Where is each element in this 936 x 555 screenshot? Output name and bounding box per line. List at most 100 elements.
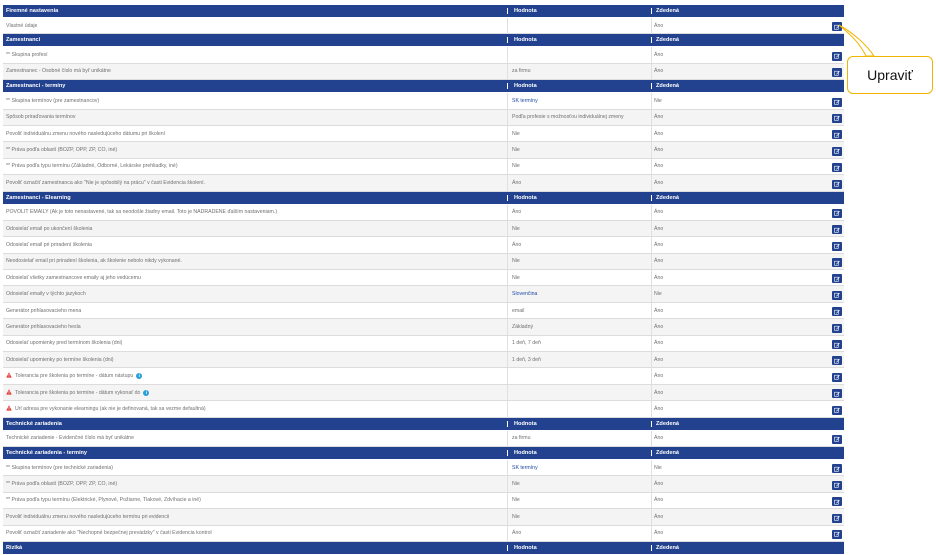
setting-row: Spôsob priraďovania termínov Podľa profes… <box>3 109 844 126</box>
edit-button[interactable] <box>832 497 842 507</box>
edit-button[interactable] <box>832 405 842 415</box>
settings-section: Technické zariadenia Hodnota Zdedená Techni… <box>3 417 844 447</box>
setting-name: ** Skupina profesí <box>6 52 48 59</box>
edit-icon <box>834 244 840 249</box>
edit-button[interactable] <box>832 356 842 366</box>
edit-button[interactable] <box>832 208 842 218</box>
setting-value[interactable]: SK termíny <box>512 98 538 104</box>
section-header: Riziká Hodnota Zdedená <box>3 541 844 555</box>
edit-button[interactable] <box>832 146 842 156</box>
setting-inherited: Áno <box>654 481 664 488</box>
edit-button[interactable] <box>832 274 842 284</box>
setting-value: za firmu <box>512 68 531 75</box>
setting-name-cell: Tolerancia pre školenia po termíne - dát… <box>3 388 507 397</box>
setting-name-cell: Zamestnanec - Osobné číslo má byť unikát… <box>3 68 507 74</box>
edit-icon <box>834 515 840 521</box>
edit-button[interactable] <box>832 290 842 300</box>
setting-value-cell <box>507 368 651 384</box>
setting-row: Neodosielať email pri priradení školenia… <box>3 253 844 271</box>
setting-value-cell <box>507 47 651 63</box>
edit-button[interactable] <box>832 389 842 399</box>
info-icon[interactable]: i <box>136 373 143 380</box>
column-inherited-header: Zdedená <box>651 37 799 44</box>
setting-value-cell: email <box>507 302 651 319</box>
section-title: Zamestnanci - termíny <box>6 83 66 90</box>
edit-button[interactable] <box>832 22 842 32</box>
info-icon[interactable]: i <box>143 389 150 396</box>
setting-row: ** Skupina termínov (pre zamestnancov) SK… <box>3 93 844 110</box>
section-header: Zamestnanci - Elearning Hodnota Zdedená <box>3 191 844 205</box>
setting-inherited: Áno <box>654 435 664 442</box>
edit-button[interactable] <box>832 163 842 173</box>
setting-value: Áno <box>512 241 522 248</box>
edit-button[interactable] <box>832 258 842 268</box>
edit-icon <box>834 391 840 397</box>
edit-button[interactable] <box>832 372 842 382</box>
edit-button[interactable] <box>832 113 842 123</box>
setting-row: Generátor prihlasovacieho mena email Áno <box>3 302 844 320</box>
setting-name-cell: POVOLIŤ EMAILY (Ak je toto nenastavené, … <box>3 209 507 215</box>
column-inherited-header: Zdedená <box>651 544 799 551</box>
edit-button[interactable] <box>832 529 842 539</box>
setting-inherited: Áno <box>654 258 664 265</box>
edit-icon <box>834 532 840 538</box>
edit-button[interactable] <box>832 97 842 107</box>
setting-inherited-cell: Nie <box>651 93 799 109</box>
setting-value-cell: Áno <box>507 525 651 541</box>
edit-button[interactable] <box>832 225 842 235</box>
edit-button[interactable] <box>832 434 842 444</box>
setting-name: ** Práva podľa typu termínu (Elektrické,… <box>6 497 201 504</box>
edit-button[interactable] <box>832 464 842 474</box>
setting-inherited: Áno <box>654 530 664 537</box>
column-inherited-header: Zdedená <box>651 83 799 90</box>
setting-value: 1 deň, 3 deň <box>512 356 541 363</box>
edit-button[interactable] <box>832 323 842 333</box>
edit-icon <box>834 132 840 138</box>
setting-value-cell: Nie <box>507 492 651 509</box>
setting-name: Odosielať upomienky po termíne školenia … <box>6 356 114 363</box>
setting-row: Zamestnanec - Osobné číslo má byť unikát… <box>3 63 844 81</box>
setting-inherited-cell: Áno <box>651 270 799 286</box>
edit-button[interactable] <box>832 130 842 140</box>
edit-button[interactable] <box>832 307 842 317</box>
setting-value-cell: Podľa profesie s možnosťou individuálnej… <box>507 109 651 125</box>
setting-value: Nie <box>512 497 520 504</box>
edit-icon <box>834 116 840 122</box>
edit-button[interactable] <box>832 340 842 350</box>
edit-button[interactable] <box>832 513 842 523</box>
edit-button[interactable] <box>832 68 842 78</box>
section-title: Zamestnanci - Elearning <box>6 194 71 201</box>
setting-row: Technické zariadenie - Evidenčné číslo m… <box>3 430 844 447</box>
edit-button[interactable] <box>832 179 842 189</box>
edit-button[interactable] <box>832 241 842 251</box>
setting-value: email <box>512 307 525 314</box>
setting-row: Vlastné údaje Áno <box>3 18 844 35</box>
setting-inherited: Nie <box>654 464 662 471</box>
column-inherited-header: Zdedená <box>651 420 799 427</box>
setting-value-cell: Áno <box>507 237 651 253</box>
setting-actions-cell <box>799 286 844 301</box>
setting-actions-cell <box>799 431 844 446</box>
setting-value-cell: Áno <box>507 175 651 191</box>
setting-inherited: Nie <box>654 97 662 104</box>
setting-inherited: Áno <box>654 274 664 281</box>
setting-value[interactable]: Slovenčina <box>512 291 537 297</box>
edit-icon <box>834 466 840 472</box>
setting-name-cell: Vlastné údaje <box>3 23 507 29</box>
setting-name-cell: Tolerancia pre školenia po termíne - dát… <box>3 372 507 380</box>
setting-inherited-cell: Áno <box>651 47 799 63</box>
edit-icon <box>834 260 840 266</box>
setting-actions-cell <box>799 221 844 236</box>
edit-button[interactable] <box>832 480 842 490</box>
setting-name-cell: Povoliť označiť zamestnanca ako "Nie je … <box>3 180 507 186</box>
setting-value[interactable]: SK termíny <box>512 465 538 471</box>
setting-inherited-cell: Áno <box>651 18 799 34</box>
setting-inherited-cell: Áno <box>651 492 799 509</box>
setting-inherited-cell: Áno <box>651 384 799 401</box>
setting-actions-cell <box>799 493 844 508</box>
setting-name: Vlastné údaje <box>6 22 38 29</box>
setting-inherited-cell: Áno <box>651 142 799 158</box>
edit-button[interactable] <box>832 51 842 61</box>
setting-inherited: Áno <box>654 513 664 520</box>
settings-section: Zamestnanci - Elearning Hodnota Zdedená POV… <box>3 191 844 418</box>
